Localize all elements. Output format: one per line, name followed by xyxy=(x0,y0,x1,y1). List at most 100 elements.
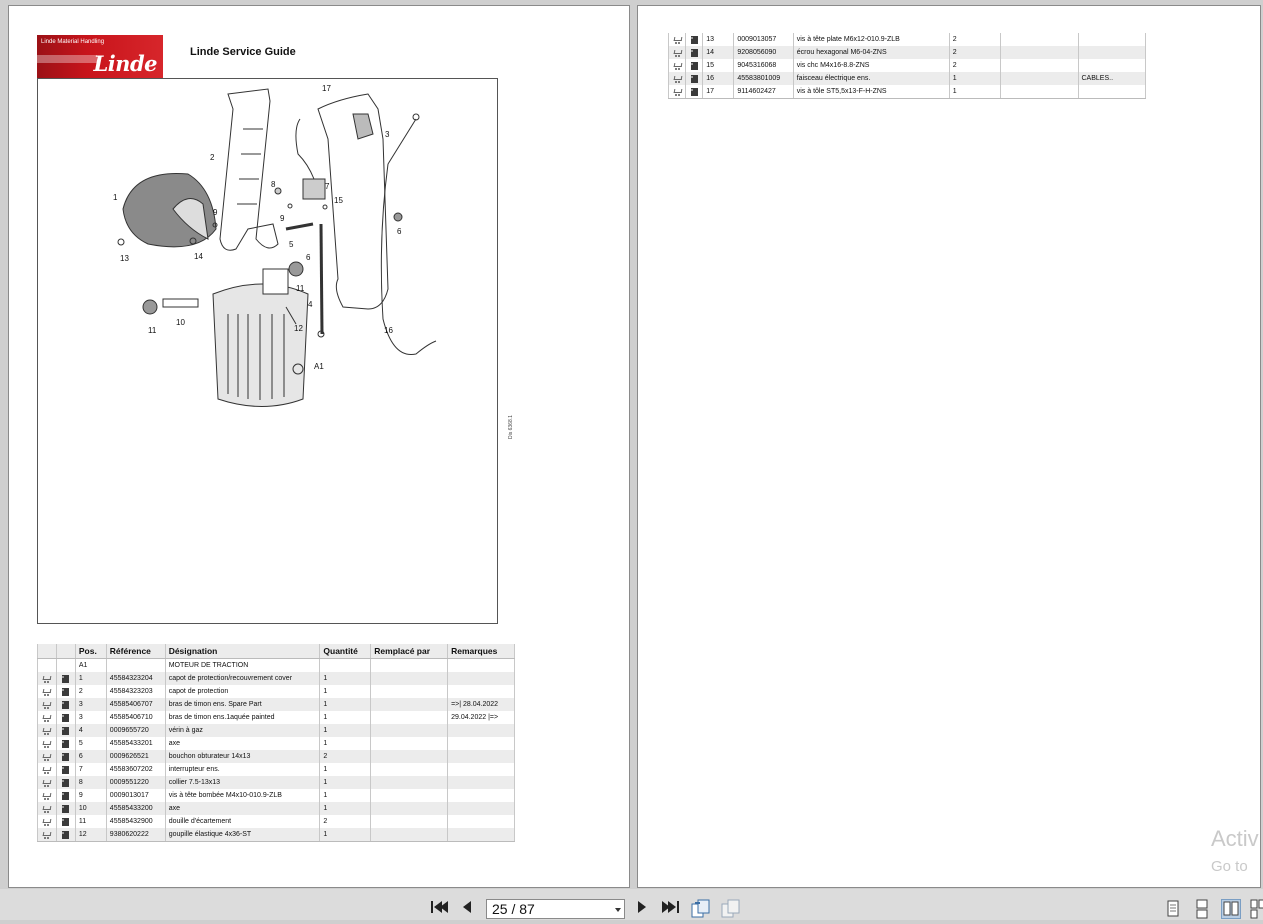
book-icon[interactable] xyxy=(61,791,70,800)
book-icon[interactable] xyxy=(690,61,699,70)
cell-remarks xyxy=(447,763,515,776)
cell-remarks xyxy=(447,672,515,685)
svg-text:11: 11 xyxy=(148,326,157,335)
document-cell xyxy=(55,815,76,828)
book-icon[interactable] xyxy=(61,713,70,722)
column-header-doc xyxy=(55,644,76,659)
book-icon[interactable] xyxy=(690,87,699,96)
book-icon[interactable] xyxy=(61,700,70,709)
cart-cell xyxy=(37,685,57,698)
cell-pos: 8 xyxy=(74,776,107,789)
navigation-toolbar: 25 / 87 xyxy=(0,889,1263,920)
cell-replaced-by xyxy=(370,685,449,698)
book-icon[interactable] xyxy=(61,739,70,748)
cart-cell xyxy=(667,33,687,46)
table-row: 7 45583607202 interrupteur ens. 1 xyxy=(37,763,515,776)
cart-cell xyxy=(667,72,687,85)
cell-designation: axe xyxy=(164,802,321,815)
cell-replaced-by xyxy=(370,724,449,737)
table-row: 11 45585432900 douille d'écartement 2 xyxy=(37,815,515,828)
cart-icon[interactable] xyxy=(42,753,51,761)
document-cell xyxy=(55,724,76,737)
single-page-icon[interactable] xyxy=(1163,899,1183,919)
book-icon[interactable] xyxy=(61,726,70,735)
cart-cell xyxy=(37,658,57,672)
svg-text:16: 16 xyxy=(384,326,393,335)
cell-remarks xyxy=(1077,59,1146,72)
book-icon[interactable] xyxy=(61,687,70,696)
book-icon[interactable] xyxy=(61,830,70,839)
table-row: 17 9114602427 vis à tôle ST5,5x13-F-H-ZNS 1 xyxy=(667,85,1146,99)
page-indicator: 25 / 87 xyxy=(492,901,535,917)
cell-replaced-by xyxy=(370,763,449,776)
svg-text:10: 10 xyxy=(176,318,185,327)
book-icon[interactable] xyxy=(61,804,70,813)
document-cell xyxy=(55,711,76,724)
cart-icon[interactable] xyxy=(673,62,682,70)
book-icon[interactable] xyxy=(61,778,70,787)
cart-icon[interactable] xyxy=(42,792,51,800)
cart-icon[interactable] xyxy=(42,727,51,735)
last-page-icon[interactable] xyxy=(662,899,680,915)
cell-designation: vis à tôle ST5,5x13-F-H-ZNS xyxy=(792,85,950,99)
first-page-icon[interactable] xyxy=(430,899,448,915)
next-page-icon[interactable] xyxy=(636,899,648,915)
previous-view-icon[interactable] xyxy=(691,899,711,919)
cell-reference: 45585433201 xyxy=(105,737,166,750)
cart-icon[interactable] xyxy=(42,831,51,839)
svg-text:13: 13 xyxy=(120,254,129,263)
book-icon[interactable] xyxy=(61,752,70,761)
cart-icon[interactable] xyxy=(42,675,51,683)
cart-icon[interactable] xyxy=(42,818,51,826)
continuous-page-icon[interactable] xyxy=(1192,899,1212,919)
previous-page-icon[interactable] xyxy=(461,899,473,915)
cart-icon[interactable] xyxy=(42,779,51,787)
document-cell xyxy=(55,672,76,685)
cell-quantity: 1 xyxy=(319,763,372,776)
cell-designation: capot de protection/recouvrement cover xyxy=(164,672,321,685)
cell-quantity: 1 xyxy=(319,672,372,685)
book-icon[interactable] xyxy=(61,817,70,826)
cell-remarks xyxy=(447,802,515,815)
cart-icon[interactable] xyxy=(673,36,682,44)
cart-icon[interactable] xyxy=(42,688,51,696)
cell-reference: 45585406710 xyxy=(105,711,166,724)
table-row: 13 0009013057 vis à tête plate M6x12-010.9… xyxy=(667,33,1146,46)
book-icon[interactable] xyxy=(61,674,70,683)
table-row: 10 45585433200 axe 1 xyxy=(37,802,515,815)
svg-text:1: 1 xyxy=(113,193,118,202)
cart-icon[interactable] xyxy=(673,75,682,83)
book-icon[interactable] xyxy=(690,35,699,44)
book-icon[interactable] xyxy=(61,765,70,774)
cell-quantity: 2 xyxy=(319,815,372,828)
page-number-field[interactable]: 25 / 87 xyxy=(486,899,625,919)
cell-designation: vis à tête plate M6x12-010.9-ZLB xyxy=(792,33,950,46)
cart-icon[interactable] xyxy=(673,88,682,96)
table-header-row: Pos. Référence Désignation Quantité Remp… xyxy=(37,644,515,659)
cart-icon[interactable] xyxy=(673,49,682,57)
book-icon[interactable] xyxy=(690,74,699,83)
cell-reference xyxy=(105,658,166,672)
table-row: 5 45585433201 axe 1 xyxy=(37,737,515,750)
cell-pos: 16 xyxy=(702,72,735,85)
cart-cell xyxy=(37,828,57,842)
cell-remarks xyxy=(447,658,515,672)
cart-icon[interactable] xyxy=(42,714,51,722)
cell-replaced-by xyxy=(370,789,449,802)
cell-designation: douille d'écartement xyxy=(164,815,321,828)
cell-remarks xyxy=(447,737,515,750)
cart-icon[interactable] xyxy=(42,805,51,813)
facing-pages-icon[interactable] xyxy=(1221,899,1241,919)
continuous-facing-icon[interactable] xyxy=(1249,899,1263,919)
book-icon[interactable] xyxy=(690,48,699,57)
cart-cell xyxy=(37,711,57,724)
next-view-icon[interactable] xyxy=(721,899,741,919)
cell-quantity xyxy=(319,658,372,672)
cart-icon[interactable] xyxy=(42,701,51,709)
column-header-remarks: Remarques xyxy=(447,644,515,659)
cart-icon[interactable] xyxy=(42,740,51,748)
logo-wordmark: Linde xyxy=(93,51,157,76)
cart-icon[interactable] xyxy=(42,766,51,774)
cell-designation: goupille élastique 4x36-ST xyxy=(164,828,321,842)
chevron-down-icon[interactable] xyxy=(615,908,621,912)
